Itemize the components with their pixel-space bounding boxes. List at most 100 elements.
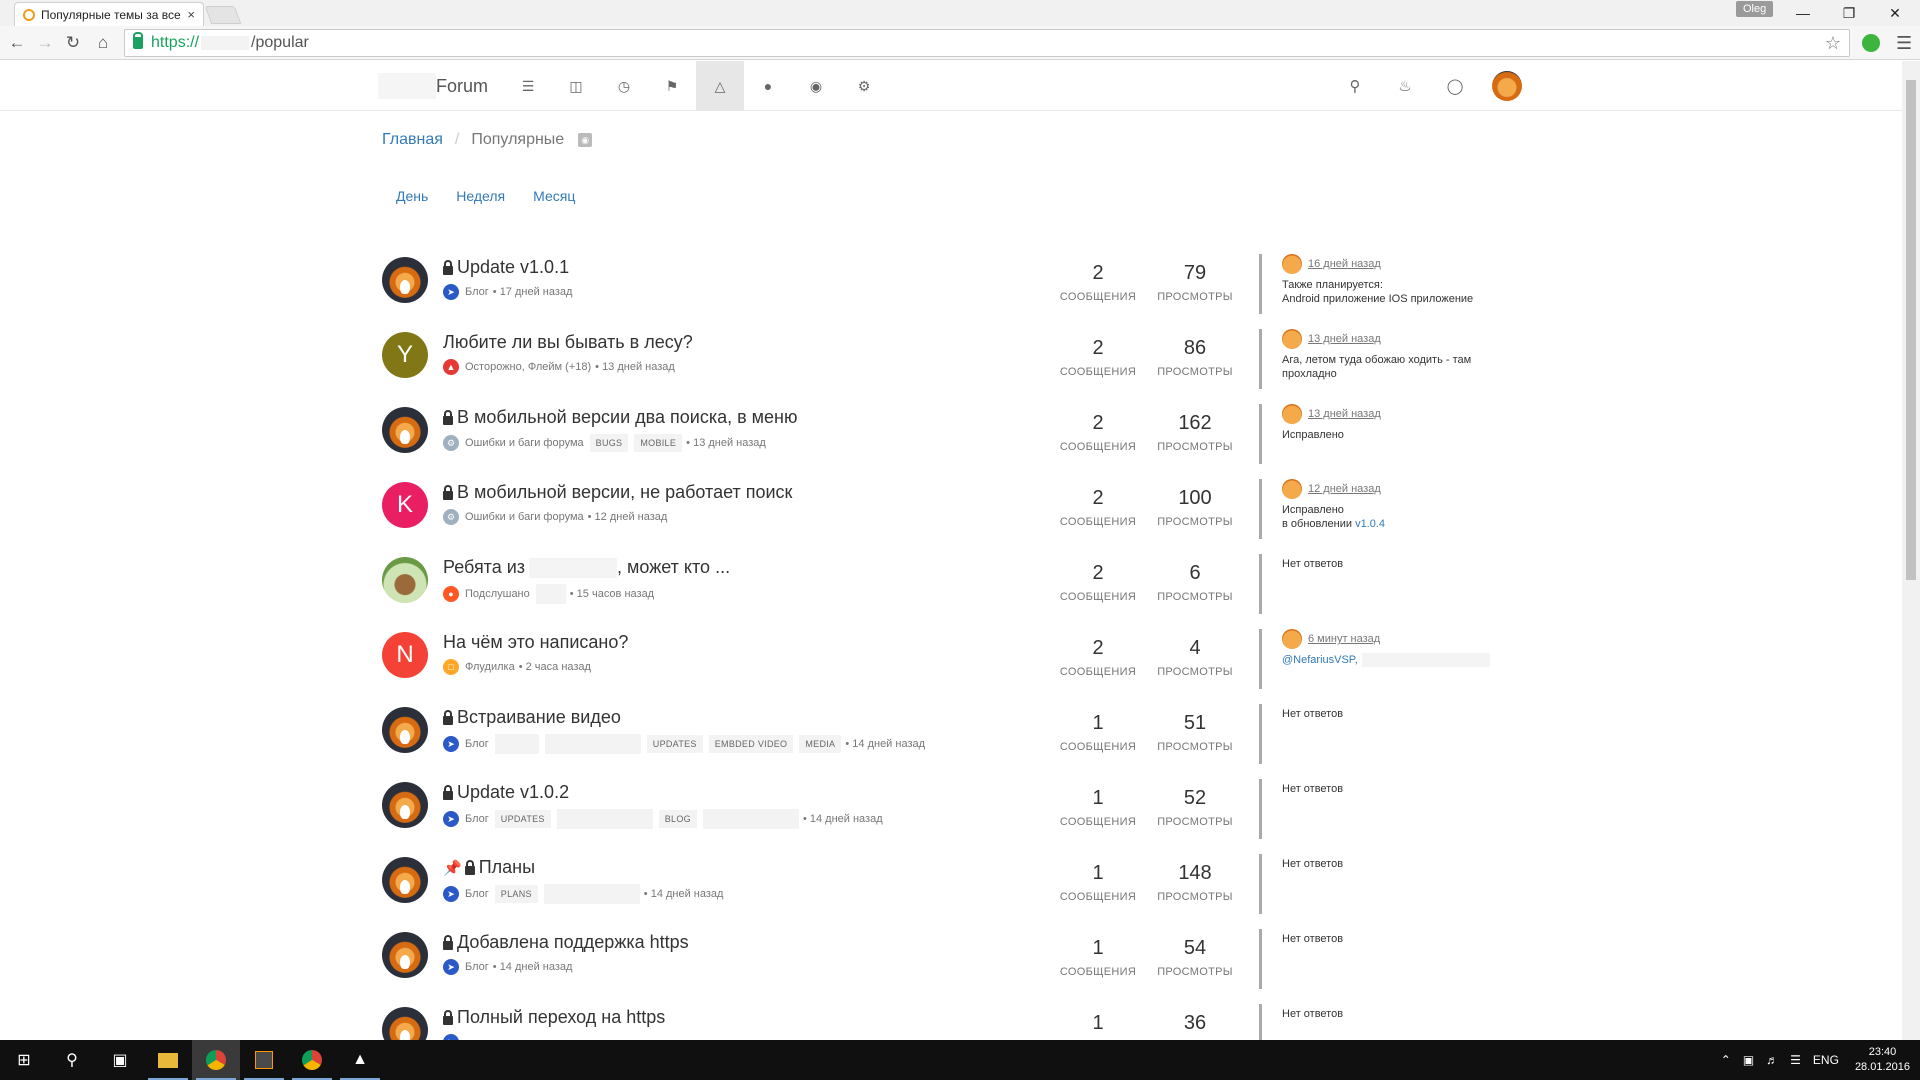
home-icon[interactable]: ⌂ xyxy=(92,32,114,54)
app-taskbar-icon[interactable]: ▲ xyxy=(336,1040,384,1080)
topic-row[interactable]: K В мобильной версии, не работает поиск ⚙ О… xyxy=(382,479,1518,554)
teaser-avatar[interactable] xyxy=(1282,404,1302,424)
chrome-taskbar-icon[interactable] xyxy=(192,1040,240,1080)
forum-brand[interactable]: Forum xyxy=(378,72,488,100)
topic-title-link[interactable]: В мобильной версии, не работает поиск xyxy=(443,482,1083,503)
topic-title-link[interactable]: Полный переход на https xyxy=(443,1007,1083,1028)
topic-category[interactable]: Блог xyxy=(465,286,489,298)
topic-title-link[interactable]: Любите ли вы бывать в лесу? xyxy=(443,332,1083,353)
topic-author-avatar[interactable] xyxy=(382,407,428,453)
tab-close-icon[interactable]: × xyxy=(187,7,195,22)
topic-row[interactable]: Update v1.0.1 ➤ Блог • 17 дней назад 2 СООБЩЕ… xyxy=(382,254,1518,329)
topic-author-avatar[interactable] xyxy=(382,557,428,603)
teaser-mention[interactable]: @NefariusVSP, xyxy=(1282,654,1358,666)
topic-category[interactable]: Подслушано xyxy=(465,588,530,600)
topic-title-link[interactable]: 📌 Планы xyxy=(443,857,1083,878)
close-window-icon[interactable]: ✕ xyxy=(1872,0,1918,26)
period-month[interactable]: Месяц xyxy=(519,180,589,212)
clock[interactable]: 23:40 28.01.2016 xyxy=(1855,1045,1910,1075)
topic-title-link[interactable]: Update v1.0.2 xyxy=(443,782,1083,803)
teaser-avatar[interactable] xyxy=(1282,479,1302,499)
categories-icon[interactable]: ☰ xyxy=(504,61,552,111)
user-avatar[interactable] xyxy=(1492,71,1522,101)
topic-title-link[interactable]: Update v1.0.1 xyxy=(443,257,1083,278)
topic-author-avatar[interactable]: N xyxy=(382,632,428,678)
topic-category[interactable]: Осторожно, Флейм (+18) xyxy=(465,361,591,373)
chats-icon[interactable]: ◯ xyxy=(1430,61,1480,111)
browser-tab[interactable]: Популярные темы за все × xyxy=(14,2,204,26)
chrome-second-taskbar-icon[interactable] xyxy=(288,1040,336,1080)
tags-icon[interactable]: ⚑ xyxy=(648,61,696,111)
start-button-icon[interactable]: ⊞ xyxy=(0,1040,48,1080)
topic-row[interactable]: Y Любите ли вы бывать в лесу? ▲ Осторожно, … xyxy=(382,329,1518,404)
address-bar[interactable]: https:// /popular ☆ xyxy=(124,29,1850,57)
topic-author-avatar[interactable]: Y xyxy=(382,332,428,378)
search-taskbar-icon[interactable]: ⚲ xyxy=(48,1040,96,1080)
admin-icon[interactable]: ⚙ xyxy=(840,61,888,111)
task-view-icon[interactable]: ▣ xyxy=(96,1040,144,1080)
teaser-time[interactable]: 12 дней назад xyxy=(1308,483,1381,495)
forward-icon[interactable]: → xyxy=(34,32,56,54)
recent-icon[interactable]: ◷ xyxy=(600,61,648,111)
topic-tag[interactable]: UPDATES xyxy=(494,810,551,828)
teaser-avatar[interactable] xyxy=(1282,254,1302,274)
teaser-time[interactable]: 13 дней назад xyxy=(1308,408,1381,420)
extension-icon[interactable] xyxy=(1862,34,1880,52)
topic-tag[interactable]: MOBILE xyxy=(634,434,683,452)
topic-category[interactable]: Блог xyxy=(465,961,489,973)
breadcrumb-home[interactable]: Главная xyxy=(382,131,443,149)
groups-icon[interactable]: ◉ xyxy=(792,61,840,111)
teaser-avatar[interactable] xyxy=(1282,329,1302,349)
teaser-time[interactable]: 13 дней назад xyxy=(1308,333,1381,345)
search-icon[interactable]: ⚲ xyxy=(1330,61,1380,111)
topic-row[interactable]: В мобильной версии два поиска, в меню ⚙ Ош… xyxy=(382,404,1518,479)
topic-tag[interactable]: BUGS xyxy=(589,434,629,452)
topic-category[interactable]: Блог xyxy=(465,888,489,900)
restore-icon[interactable]: ❐ xyxy=(1826,0,1872,26)
rss-icon[interactable]: ◉ xyxy=(578,133,593,147)
notifications-icon[interactable]: ♨ xyxy=(1380,61,1430,111)
topic-tag[interactable]: UPDATES xyxy=(646,735,703,753)
topic-row[interactable]: Ребята из , может кто ... ● Подслушано • 15 … xyxy=(382,554,1518,629)
sublime-taskbar-icon[interactable] xyxy=(240,1040,288,1080)
topic-category[interactable]: Флудилка xyxy=(465,661,515,673)
topic-author-avatar[interactable] xyxy=(382,707,428,753)
topic-tag[interactable]: BLOG xyxy=(658,810,697,828)
topic-title-link[interactable]: На чём это написано? xyxy=(443,632,1083,653)
chrome-menu-icon[interactable]: ☰ xyxy=(1896,33,1912,54)
topic-tag[interactable]: PLANS xyxy=(494,885,538,903)
topic-row[interactable]: 📌 Планы ➤ Блог PLANS • 14 дней назад 1 СООБЩЕНИ… xyxy=(382,854,1518,929)
topic-author-avatar[interactable] xyxy=(382,932,428,978)
topic-row[interactable]: Встраивание видео ➤ Блог UPDATES EMBDED VIDE… xyxy=(382,704,1518,779)
file-explorer-icon[interactable] xyxy=(144,1040,192,1080)
new-tab-button[interactable] xyxy=(204,6,242,24)
profile-badge[interactable]: Oleg xyxy=(1736,1,1774,17)
language-indicator[interactable]: ENG xyxy=(1813,1053,1839,1067)
topic-category[interactable]: Ошибки и баги форума xyxy=(465,437,584,449)
topic-author-avatar[interactable] xyxy=(382,257,428,303)
topic-author-avatar[interactable]: K xyxy=(382,482,428,528)
topic-title-link[interactable]: Добавлена поддержка https xyxy=(443,932,1083,953)
notification-center-icon[interactable]: ☰ xyxy=(1790,1053,1801,1067)
period-day[interactable]: День xyxy=(382,180,442,212)
topic-category[interactable]: Ошибки и баги форума xyxy=(465,511,584,523)
topic-row[interactable]: Update v1.0.2 ➤ Блог UPDATES BLOG • 14 дней н… xyxy=(382,779,1518,854)
topic-title-link[interactable]: Ребята из , может кто ... xyxy=(443,557,1083,578)
topic-author-avatar[interactable] xyxy=(382,782,428,828)
reload-icon[interactable]: ↻ xyxy=(62,32,84,54)
topic-tag[interactable]: MEDIA xyxy=(799,735,842,753)
topic-title-link[interactable]: В мобильной версии два поиска, в меню xyxy=(443,407,1083,428)
teaser-avatar[interactable] xyxy=(1282,629,1302,649)
teaser-time[interactable]: 16 дней назад xyxy=(1308,258,1381,270)
topic-tag[interactable]: EMBDED VIDEO xyxy=(708,735,794,753)
back-icon[interactable]: ← xyxy=(6,32,28,54)
topic-category[interactable]: Блог xyxy=(465,738,489,750)
teaser-time[interactable]: 6 минут назад xyxy=(1308,633,1380,645)
period-week[interactable]: Неделя xyxy=(442,180,519,212)
minimize-icon[interactable]: — xyxy=(1780,0,1826,26)
scrollbar-thumb[interactable] xyxy=(1906,80,1916,580)
teaser-link[interactable]: v1.0.4 xyxy=(1355,518,1385,530)
topic-author-avatar[interactable] xyxy=(382,857,428,903)
topic-title-link[interactable]: Встраивание видео xyxy=(443,707,1083,728)
topic-row[interactable]: Добавлена поддержка https ➤ Блог • 14 дней … xyxy=(382,929,1518,1004)
